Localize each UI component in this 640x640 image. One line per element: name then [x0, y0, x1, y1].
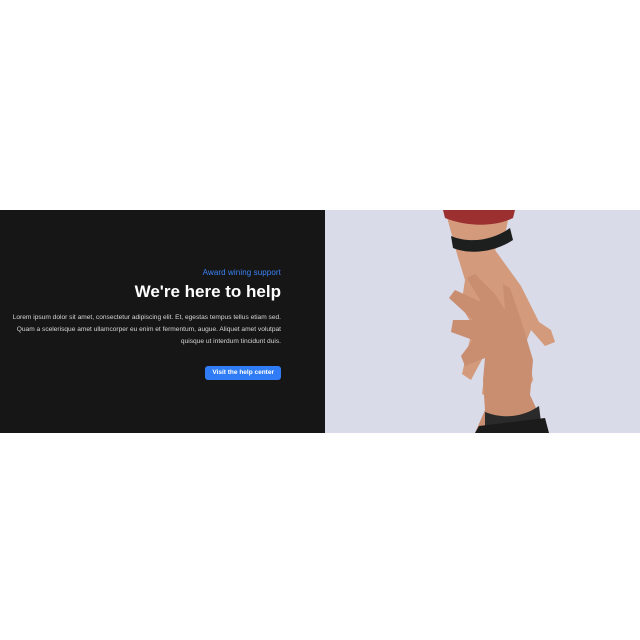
hands-illustration [325, 210, 640, 433]
help-content: Award wining support We're here to help … [11, 268, 281, 381]
help-text-panel: Award wining support We're here to help … [0, 210, 325, 433]
visit-help-center-button[interactable]: Visit the help center [205, 365, 281, 381]
page: Award wining support We're here to help … [0, 0, 640, 640]
page-title: We're here to help [134, 282, 281, 301]
description-text: Lorem ipsum dolor sit amet, consectetur … [12, 313, 281, 345]
eyebrow-label: Award wining support [202, 268, 281, 277]
hands-photo [325, 210, 640, 433]
help-banner: Award wining support We're here to help … [0, 210, 640, 433]
